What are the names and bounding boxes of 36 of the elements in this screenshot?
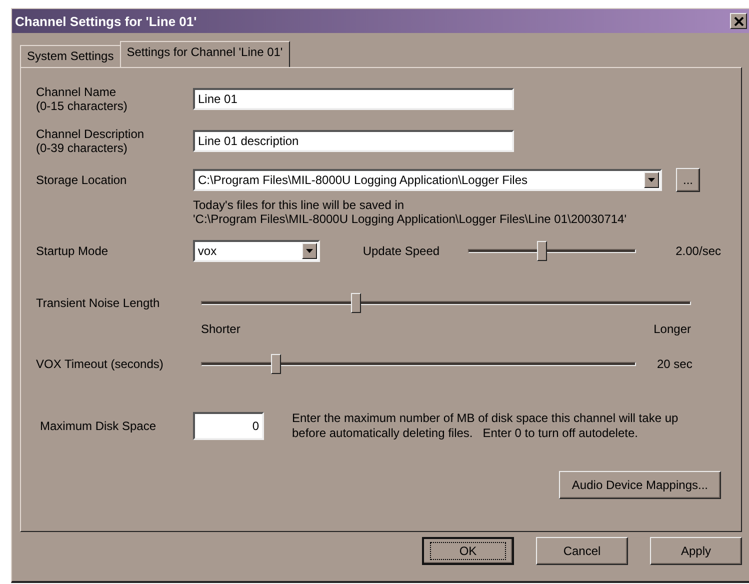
field-label: Channel Name (36, 85, 118, 99)
field-hint: (0-15 characters) (36, 99, 128, 113)
help-text: before automatically deleting files. Enter 0 to turn off autodelete. (292, 426, 639, 441)
slider-thumb[interactable] (350, 293, 361, 313)
dialog-button[interactable]: Apply (650, 537, 742, 565)
field-label: Update Speed (362, 244, 441, 258)
tab[interactable]: System Settings (20, 45, 121, 67)
note-text: Today's files for this line will be saved in (193, 198, 406, 212)
channel-description-field[interactable]: Line 01 description (193, 130, 514, 152)
dialog-button[interactable]: OK (422, 537, 514, 565)
slider-reading: 2.00/sec (676, 244, 721, 258)
field-label: Storage Location (36, 173, 128, 187)
close-icon (734, 16, 744, 26)
storage-location-dropdown[interactable]: C:\Program Files\MIL-8000U Logging Application\Logger Files (193, 169, 662, 191)
slider-thumb[interactable] (536, 241, 547, 261)
field-label: Transient Noise Length (36, 296, 161, 310)
max-disk-space-field[interactable]: 0 (193, 412, 264, 440)
note-text: 'C:\Program Files\MIL-8000U Logging Application\Logger Files\Line 01\20030714' (193, 212, 628, 226)
close-button[interactable] (730, 13, 747, 29)
field-label: Maximum Disk Space (40, 419, 158, 433)
audio-device-mappings-button[interactable]: Audio Device Mappings... (558, 471, 721, 499)
help-text: Enter the maximum number of MB of disk space this channel will take up (292, 411, 678, 426)
startup-mode-dropdown[interactable]: vox (192, 240, 320, 262)
window-title: Channel Settings for 'Line 01' (15, 14, 197, 28)
slider-min-label: Shorter (201, 322, 240, 336)
slider-thumb[interactable] (270, 354, 281, 374)
dialog-button[interactable]: Cancel (536, 537, 628, 565)
slider-reading: 20 sec (657, 357, 692, 371)
browse-button[interactable]: ... (676, 168, 700, 192)
channel-name-field[interactable]: Line 01 (193, 88, 514, 110)
field-label: Channel Description (36, 127, 146, 141)
field-hint: (0-39 characters) (36, 141, 128, 155)
tab[interactable]: Settings for Channel 'Line 01' (120, 41, 290, 67)
field-label: VOX Timeout (seconds) (36, 357, 164, 371)
slider-max-label: Longer (654, 322, 691, 336)
field-label: Startup Mode (36, 244, 110, 258)
